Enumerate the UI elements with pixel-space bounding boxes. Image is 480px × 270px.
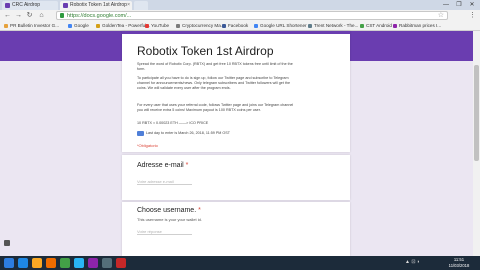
required-note: *Obligatorio — [137, 143, 158, 148]
bookmark-icon — [4, 24, 8, 28]
bookmark-item[interactable]: Google — [68, 22, 89, 30]
form-description: To participate all you have to do is sig… — [137, 76, 291, 90]
back-icon[interactable]: ← — [3, 11, 12, 20]
reload-icon[interactable]: ↻ — [25, 11, 34, 20]
app-icon-2[interactable] — [102, 258, 112, 268]
bookmark-item[interactable]: YouTube — [145, 22, 169, 30]
close-window-icon[interactable]: ✕ — [466, 0, 478, 10]
email-field[interactable]: Votre adresse e-mail — [137, 178, 192, 185]
bookmark-item[interactable]: Cryptocurrency Ma... — [176, 22, 225, 30]
minimize-icon[interactable]: — — [440, 0, 452, 10]
form-description: Spread the word of Robotix Corp. (RBTX) … — [137, 62, 293, 71]
tab-label: CRC Airdrop — [12, 2, 41, 8]
calendar-icon — [137, 131, 144, 136]
tab-label: Robotix Token 1st Airdrop — [70, 2, 127, 8]
question-label: Choose username. * — [137, 207, 201, 214]
google-icon — [254, 24, 258, 28]
google-icon — [68, 24, 72, 28]
form-header-card: Robotix Token 1st Airdrop Spread the wor… — [122, 31, 350, 152]
facebook-icon — [222, 24, 226, 28]
home-icon[interactable]: ⌂ — [37, 11, 46, 20]
app-icon[interactable] — [88, 258, 98, 268]
browser-menu-icon[interactable]: ⋮ — [469, 11, 476, 20]
form-description: For every user that uses your referral c… — [137, 103, 294, 112]
bookmark-item[interactable]: GoldenTea - Powerful... — [96, 22, 150, 30]
question-card-username: Choose username. * This username is your… — [122, 202, 350, 256]
question-card-email: Adresse e-mail * Votre adresse e-mail — [122, 155, 350, 200]
telegram-icon[interactable] — [74, 258, 84, 268]
lock-icon — [60, 13, 64, 18]
maximize-icon[interactable]: ❐ — [453, 0, 465, 10]
bookmark-icon — [308, 24, 312, 28]
feedback-icon[interactable] — [4, 240, 10, 246]
bookmark-item[interactable]: Google URL Shortener — [254, 22, 307, 30]
scrollbar-thumb[interactable] — [474, 65, 479, 161]
bookmark-item[interactable]: CST Android — [360, 22, 392, 30]
file-explorer-icon[interactable] — [32, 258, 42, 268]
tab-robotix-airdrop[interactable]: Robotix Token 1st Airdrop × — [60, 1, 132, 10]
username-field[interactable]: Votre réponse — [137, 228, 192, 235]
bookmark-star-icon[interactable]: ☆ — [438, 11, 444, 19]
navigation-bar: ← → ↻ ⌂ https://docs.google.com/... ☆ ⋮ — [0, 10, 480, 21]
taskbar: ▲ ⊡ ◗ 11:51 11/03/2018 — [0, 256, 480, 270]
bookmark-item[interactable]: Facebook — [222, 22, 248, 30]
url-text: https://docs.google.com/... — [67, 13, 132, 19]
forward-icon[interactable]: → — [14, 11, 23, 20]
deadline-line: Last day to enter is March 26, 2018, 11:… — [146, 131, 230, 135]
form-title: Robotix Token 1st Airdrop — [137, 44, 274, 58]
taskbar-clock[interactable]: 11:51 11/03/2018 — [442, 257, 476, 269]
question-help: This username is your your wallet id. — [137, 217, 202, 222]
bookmarks-bar: PR Bulletin Investor G... Google GoldenT… — [0, 21, 480, 31]
bookmark-icon — [176, 24, 180, 28]
question-label: Adresse e-mail * — [137, 162, 189, 169]
youtube-icon — [145, 24, 149, 28]
bookmark-item[interactable]: PR Bulletin Investor G... — [4, 22, 59, 30]
windows-start-icon[interactable] — [4, 258, 14, 268]
chrome-icon[interactable] — [60, 258, 70, 268]
ie-browser-icon[interactable] — [18, 258, 28, 268]
media-player-icon[interactable] — [46, 258, 56, 268]
address-bar[interactable]: https://docs.google.com/... ☆ — [56, 11, 448, 20]
new-tab-button[interactable] — [134, 1, 148, 10]
tab-close-icon[interactable]: × — [127, 1, 130, 10]
rate-line: 10 RBTX ≈ 0.00023 ETH ——> ICO PRICE — [137, 121, 209, 125]
bookmark-icon — [393, 24, 397, 28]
bookmark-icon — [96, 24, 100, 28]
bookmark-item[interactable]: Rabbitman prices I... — [393, 22, 441, 30]
app-icon-3[interactable] — [116, 258, 126, 268]
bookmark-item[interactable]: Trent Network - The... — [308, 22, 358, 30]
tab-strip: CRC Airdrop Robotix Token 1st Airdrop × … — [0, 0, 480, 10]
forms-favicon-icon — [63, 3, 68, 8]
system-tray-icons[interactable]: ▲ ⊡ ◗ — [405, 259, 420, 265]
scrollbar[interactable] — [473, 31, 480, 256]
bookmark-icon — [360, 24, 364, 28]
tab-crc-airdrop[interactable]: CRC Airdrop — [2, 1, 58, 10]
forms-favicon-icon — [5, 3, 10, 8]
